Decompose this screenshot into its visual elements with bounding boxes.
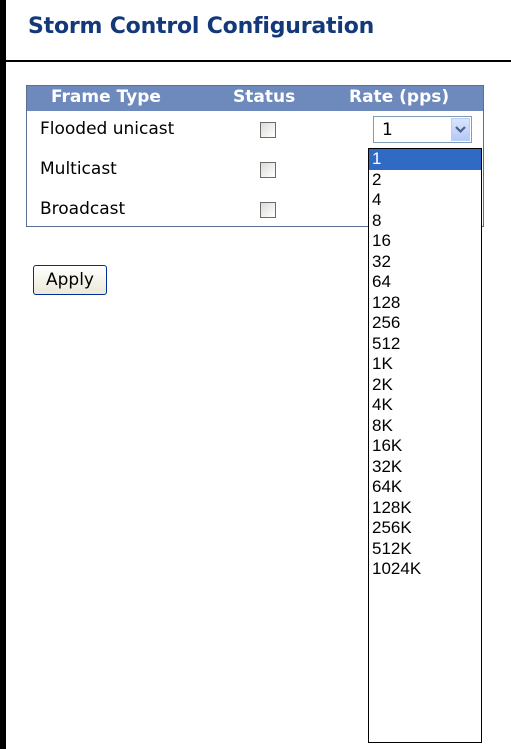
row-label-flooded-unicast: Flooded unicast [40,119,175,139]
page-title: Storm Control Configuration [28,14,375,39]
dropdown-option[interactable]: 64K [369,477,481,498]
dropdown-option[interactable]: 8K [369,416,481,437]
dropdown-option[interactable]: 16 [369,231,481,252]
row-label-multicast: Multicast [40,159,117,179]
apply-button[interactable]: Apply [33,265,107,295]
dropdown-option[interactable]: 4 [369,190,481,211]
dropdown-option[interactable]: 64 [369,272,481,293]
dropdown-option[interactable]: 16K [369,436,481,457]
dropdown-option[interactable]: 1024K [369,559,481,580]
dropdown-option[interactable]: 1 [369,149,481,170]
title-divider [6,60,511,62]
dropdown-button[interactable] [451,118,470,141]
dropdown-option[interactable]: 8 [369,211,481,232]
dropdown-option[interactable]: 128K [369,498,481,519]
rate-dropdown-list: 1 2 4 8 16 32 64 128 256 512 1K 2K 4K 8K 16K 32K 64K 128K… [368,148,482,743]
dropdown-option[interactable]: 32 [369,252,481,273]
rate-select-value: 1 [382,120,393,140]
dropdown-option[interactable]: 2 [369,170,481,191]
chevron-down-icon [455,126,466,134]
table-header: Frame Type Status Rate (pps) [27,86,483,111]
header-frame-type: Frame Type [51,87,161,107]
dropdown-option[interactable]: 128 [369,293,481,314]
header-status: Status [233,87,296,107]
dropdown-option[interactable]: 2K [369,375,481,396]
dropdown-option[interactable]: 4K [369,395,481,416]
status-checkbox-broadcast[interactable] [260,202,276,218]
dropdown-option[interactable]: 256 [369,313,481,334]
dropdown-option[interactable]: 32K [369,457,481,478]
header-rate: Rate (pps) [349,87,450,107]
row-label-broadcast: Broadcast [40,199,126,219]
dropdown-option[interactable]: 1K [369,354,481,375]
left-frame-border [0,0,6,749]
dropdown-option[interactable]: 256K [369,518,481,539]
dropdown-option[interactable]: 512K [369,539,481,560]
status-checkbox-flooded-unicast[interactable] [260,122,276,138]
status-checkbox-multicast[interactable] [260,162,276,178]
rate-select-flooded-unicast[interactable]: 1 [373,116,472,143]
dropdown-option[interactable]: 512 [369,334,481,355]
